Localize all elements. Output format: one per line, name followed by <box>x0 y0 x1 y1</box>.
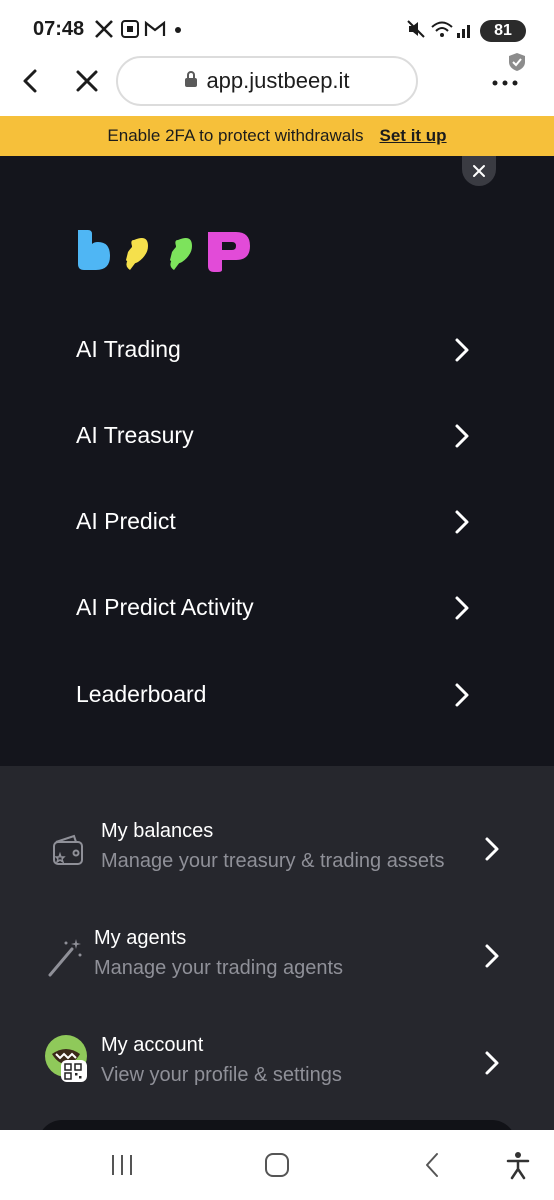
screenshot-icon <box>120 18 140 40</box>
chevron-right-icon <box>485 944 499 968</box>
recent-apps-icon[interactable] <box>107 1150 137 1180</box>
browser-toolbar: app.justbeep.it <box>0 53 554 116</box>
chevron-right-icon <box>455 510 469 534</box>
back-arrow-icon[interactable] <box>16 66 46 96</box>
nav-item-ai-predict-activity[interactable]: AI Predict Activity <box>0 578 554 638</box>
nav-item-leaderboard[interactable]: Leaderboard <box>0 665 554 725</box>
mute-icon <box>406 18 426 40</box>
accessibility-icon[interactable] <box>503 1150 533 1180</box>
account-section: My balances Manage your treasury & tradi… <box>0 766 554 1150</box>
signal-icon <box>456 18 474 40</box>
menu-close-button[interactable] <box>462 156 496 186</box>
beep-logo <box>76 226 256 274</box>
wifi-icon <box>430 18 454 40</box>
setup-2fa-link[interactable]: Set it up <box>380 126 447 146</box>
system-back-icon[interactable] <box>418 1150 448 1180</box>
system-navigation-bar <box>0 1130 554 1200</box>
gmail-icon <box>144 18 166 40</box>
close-icon <box>473 165 485 177</box>
item-title: My account <box>101 1034 204 1056</box>
lock-icon <box>184 70 198 93</box>
close-icon[interactable] <box>74 66 100 96</box>
nav-item-ai-trading[interactable]: AI Trading <box>0 320 554 380</box>
more-icon[interactable] <box>490 68 520 98</box>
shield-icon <box>508 52 526 72</box>
chevron-right-icon <box>455 424 469 448</box>
my-balances-item[interactable]: My balances Manage your treasury & tradi… <box>0 816 554 896</box>
nav-item-label: AI Predict <box>76 508 176 534</box>
nav-item-label: AI Predict Activity <box>76 594 254 620</box>
nav-item-ai-predict[interactable]: AI Predict <box>0 492 554 552</box>
magic-wand-icon <box>48 939 82 977</box>
chevron-right-icon <box>485 1051 499 1075</box>
chevron-right-icon <box>455 338 469 362</box>
status-bar: 07:48 81 <box>0 0 554 56</box>
nav-item-ai-treasury[interactable]: AI Treasury <box>0 406 554 466</box>
nav-item-label: AI Treasury <box>76 422 194 448</box>
url-bar[interactable]: app.justbeep.it <box>116 56 418 106</box>
x-app-icon <box>94 18 114 40</box>
nav-menu-panel: AI Trading AI Treasury AI Predict AI Pre… <box>0 156 554 766</box>
chevron-right-icon <box>485 837 499 861</box>
item-subtitle: View your profile & settings <box>101 1064 342 1086</box>
nav-item-label: AI Trading <box>76 336 181 362</box>
item-subtitle: Manage your treasury & trading assets <box>101 850 445 872</box>
url-text: app.justbeep.it <box>206 68 350 93</box>
battery-indicator: 81 <box>480 20 526 42</box>
item-title: My balances <box>101 820 214 842</box>
my-account-item[interactable]: My account View your profile & settings <box>0 1030 554 1110</box>
banner-text: Enable 2FA to protect withdrawals <box>107 126 364 145</box>
wallet-icon <box>53 834 83 865</box>
item-subtitle: Manage your trading agents <box>94 957 344 979</box>
chevron-right-icon <box>455 596 469 620</box>
my-agents-item[interactable]: My agents Manage your trading agents <box>0 923 554 1003</box>
home-icon[interactable] <box>262 1150 292 1180</box>
nav-item-label: Leaderboard <box>76 681 207 707</box>
chevron-right-icon <box>455 683 469 707</box>
item-title: My agents <box>94 927 187 949</box>
twofa-banner: Enable 2FA to protect withdrawals Set it… <box>0 116 554 156</box>
avatar-icon <box>45 1035 87 1082</box>
dot-icon <box>174 18 182 40</box>
status-time: 07:48 <box>33 18 85 40</box>
